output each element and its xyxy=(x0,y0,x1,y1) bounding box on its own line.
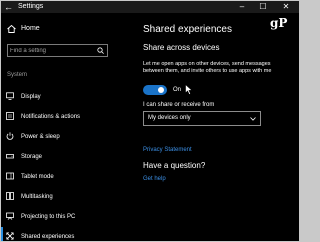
storage-icon xyxy=(6,154,14,159)
question-heading: Have a question? xyxy=(143,161,206,170)
sidebar-nav: Display Notifications & actions Power & … xyxy=(1,87,116,241)
watermark-logo: gP xyxy=(270,16,288,30)
shared-experiences-icon xyxy=(6,232,14,240)
sidebar-item-label: Power & sleep xyxy=(21,134,60,140)
sidebar-item-multitasking[interactable]: Multitasking xyxy=(1,187,116,207)
dropdown-selected-value: My devices only xyxy=(148,115,191,121)
power-icon xyxy=(6,132,14,140)
get-help-link[interactable]: Get help xyxy=(143,175,166,183)
home-label: Home xyxy=(21,25,40,32)
sidebar-item-label: Tablet mode xyxy=(21,174,54,180)
sidebar-item-label: Display xyxy=(21,94,41,100)
main-content: Shared experiences gP Share across devic… xyxy=(143,1,297,241)
share-receive-label: I can share or receive from xyxy=(143,102,215,108)
sidebar-item-shared-experiences[interactable]: Shared experiences xyxy=(1,227,116,241)
home-icon xyxy=(7,25,16,33)
page-title: Shared experiences xyxy=(143,24,232,35)
sidebar-item-power-sleep[interactable]: Power & sleep xyxy=(1,127,116,147)
sidebar-item-display[interactable]: Display xyxy=(1,87,116,107)
chevron-down-icon xyxy=(250,117,256,121)
search-icon[interactable] xyxy=(97,47,104,54)
setting-description: Let me open apps on other devices, send … xyxy=(143,61,272,74)
privacy-statement-link[interactable]: Privacy Statement xyxy=(143,146,192,154)
notifications-icon xyxy=(6,112,14,120)
share-across-devices-toggle[interactable] xyxy=(143,85,167,95)
back-arrow-icon[interactable]: ← xyxy=(4,1,13,13)
settings-window: ← Settings – ☐ ✕ Home System Display xyxy=(1,1,299,241)
sidebar-item-label: Projecting to this PC xyxy=(21,214,76,220)
search-box[interactable] xyxy=(7,44,108,57)
sidebar-item-tablet-mode[interactable]: Tablet mode xyxy=(1,167,116,187)
sidebar-item-label: Multitasking xyxy=(21,194,53,200)
mouse-cursor-icon xyxy=(185,84,193,95)
projecting-icon xyxy=(6,212,14,220)
sidebar-item-storage[interactable]: Storage xyxy=(1,147,116,167)
sidebar-item-label: Notifications & actions xyxy=(21,114,81,120)
sidebar-item-label: Storage xyxy=(21,154,43,160)
sidebar-item-notifications[interactable]: Notifications & actions xyxy=(1,107,116,127)
system-section-label: System xyxy=(7,72,28,78)
toggle-knob xyxy=(158,87,164,93)
tablet-icon xyxy=(6,172,14,180)
display-icon xyxy=(6,92,14,100)
app-title: Settings xyxy=(18,3,44,10)
sidebar-item-projecting[interactable]: Projecting to this PC xyxy=(1,207,116,227)
section-heading: Share across devices xyxy=(143,43,220,52)
share-receive-dropdown[interactable]: My devices only xyxy=(143,111,261,126)
toggle-state-label: On xyxy=(173,87,182,93)
search-input[interactable] xyxy=(10,45,90,56)
multitasking-icon xyxy=(6,192,14,200)
sidebar-item-label: Shared experiences xyxy=(21,234,75,240)
